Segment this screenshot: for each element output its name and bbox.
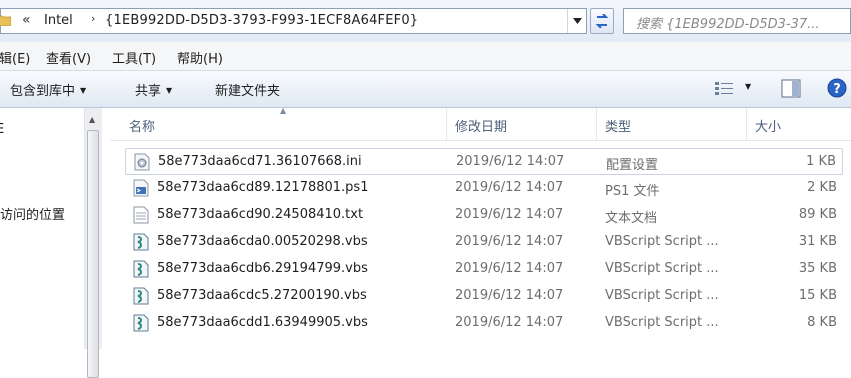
file-modified: 2019/6/12 14:07 — [455, 207, 564, 222]
file-row[interactable]: 58e773daa6cdd1.63949905.vbs 2019/6/12 14… — [125, 310, 843, 337]
file-name: 58e773daa6cd89.12178801.ps1 — [157, 180, 369, 195]
scroll-up-icon[interactable]: ▲ — [89, 115, 95, 124]
file-size: 35 KB — [798, 261, 837, 276]
file-size: 31 KB — [798, 234, 837, 249]
file-type: 配置设置 — [606, 158, 659, 173]
file-type: VBScript Script ... — [605, 315, 719, 330]
preview-pane-icon[interactable] — [781, 79, 801, 98]
column-size[interactable]: 大小 — [755, 116, 781, 135]
file-type: VBScript Script ... — [605, 234, 719, 249]
vbscript-icon — [133, 314, 149, 332]
navigation-scrollbar[interactable]: ▲ — [84, 108, 102, 378]
file-modified: 2019/6/12 14:07 — [455, 180, 564, 195]
file-size: 2 KB — [807, 180, 837, 195]
menu-help[interactable]: 帮助(H) — [177, 48, 223, 67]
vbscript-icon — [133, 233, 149, 251]
vbscript-icon — [133, 260, 149, 278]
menu-tools[interactable]: 工具(T) — [112, 48, 156, 67]
chevron-down-icon: ▼ — [166, 86, 173, 95]
chevron-down-icon — [572, 18, 582, 24]
file-row[interactable]: 58e773daa6cd90.24508410.txt 2019/6/12 14… — [125, 202, 843, 229]
svg-text:?: ? — [833, 82, 841, 97]
breadcrumb-current-folder[interactable]: {1EB992DD-D5D3-3793-F993-1ECF8A64FEF0} — [105, 13, 418, 28]
file-size: 8 KB — [807, 315, 837, 330]
file-name: 58e773daa6cd90.24508410.txt — [157, 207, 364, 222]
address-history-dropdown[interactable] — [567, 9, 586, 33]
include-in-library-label: 包含到库中 — [10, 84, 76, 99]
new-folder-button[interactable]: 新建文件夹 — [215, 80, 280, 99]
file-name: 58e773daa6cdc5.27200190.vbs — [157, 288, 367, 303]
file-row[interactable]: 58e773daa6cd71.36107668.ini 2019/6/12 14… — [125, 148, 843, 175]
refresh-icon — [595, 14, 609, 28]
text-document-icon — [133, 206, 149, 224]
menu-edit[interactable]: 辑(E) — [0, 48, 30, 67]
file-row[interactable]: 58e773daa6cdb6.29194799.vbs 2019/6/12 14… — [125, 256, 843, 283]
refresh-button[interactable] — [590, 8, 614, 34]
file-row[interactable]: 58e773daa6cda0.00520298.vbs 2019/6/12 14… — [125, 229, 843, 256]
column-modified[interactable]: 修改日期 — [455, 116, 507, 135]
file-type: VBScript Script ... — [605, 261, 719, 276]
address-bar-row: « Intel › {1EB992DD-D5D3-3793-F993-1ECF8… — [0, 0, 851, 42]
vbscript-icon — [133, 287, 149, 305]
command-bar: 包含到库中 ▼ 共享 ▼ 新建文件夹 ▼ ? — [0, 71, 851, 108]
share-button[interactable]: 共享 ▼ — [135, 80, 172, 99]
file-size: 15 KB — [798, 288, 837, 303]
share-label: 共享 — [135, 84, 162, 99]
sort-ascending-icon: ▲ — [280, 106, 287, 115]
breadcrumb-separator-icon[interactable]: › — [91, 12, 95, 25]
nav-item-partial[interactable]: E — [0, 122, 4, 137]
change-view-icon[interactable] — [713, 80, 735, 98]
column-type[interactable]: 类型 — [605, 116, 631, 135]
menu-bar: 辑(E) 查看(V) 工具(T) 帮助(H) — [0, 42, 851, 71]
chevron-down-icon: ▼ — [80, 86, 87, 95]
help-icon[interactable]: ? — [827, 78, 847, 98]
breadcrumb-overflow-icon[interactable]: « — [22, 12, 31, 28]
file-name: 58e773daa6cd71.36107668.ini — [158, 154, 362, 169]
column-name[interactable]: 名称 — [129, 116, 155, 135]
file-modified: 2019/6/12 14:07 — [455, 261, 564, 276]
file-type: PS1 文件 — [605, 184, 660, 199]
breadcrumb-intel[interactable]: Intel — [44, 13, 73, 28]
address-bar[interactable]: « Intel › {1EB992DD-D5D3-3793-F993-1ECF8… — [0, 8, 587, 34]
file-size: 89 KB — [798, 207, 837, 222]
nav-item-recent-places[interactable]: 访问的位置 — [0, 204, 65, 223]
file-list: ▲ 名称 修改日期 类型 大小 58e773daa6cd71.36107668.… — [110, 106, 851, 349]
scrollbar-thumb[interactable] — [87, 130, 99, 378]
include-in-library-button[interactable]: 包含到库中 ▼ — [10, 80, 86, 99]
menu-view[interactable]: 查看(V) — [46, 48, 91, 67]
file-modified: 2019/6/12 14:07 — [455, 288, 564, 303]
file-type: VBScript Script ... — [605, 288, 719, 303]
file-name: 58e773daa6cda0.00520298.vbs — [157, 234, 368, 249]
folder-icon — [0, 15, 11, 26]
column-header-row: ▲ 名称 修改日期 类型 大小 — [110, 106, 851, 141]
ps1-file-icon — [133, 179, 149, 197]
file-row[interactable]: 58e773daa6cd89.12178801.ps1 2019/6/12 14… — [125, 175, 843, 202]
file-modified: 2019/6/12 14:07 — [455, 234, 564, 249]
column-separator[interactable] — [596, 108, 597, 140]
search-input[interactable]: 搜索 {1EB992DD-D5D3-37... — [623, 8, 851, 34]
file-modified: 2019/6/12 14:07 — [456, 154, 565, 169]
file-type: 文本文档 — [605, 211, 658, 226]
file-name: 58e773daa6cdb6.29194799.vbs — [157, 261, 368, 276]
view-options-dropdown-icon[interactable]: ▼ — [745, 82, 751, 91]
column-separator[interactable] — [446, 108, 447, 140]
file-row[interactable]: 58e773daa6cdc5.27200190.vbs 2019/6/12 14… — [125, 283, 843, 310]
file-size: 1 KB — [806, 154, 836, 169]
column-separator[interactable] — [746, 108, 747, 140]
file-modified: 2019/6/12 14:07 — [455, 315, 564, 330]
file-name: 58e773daa6cdd1.63949905.vbs — [157, 315, 368, 330]
ini-settings-icon — [134, 153, 150, 171]
